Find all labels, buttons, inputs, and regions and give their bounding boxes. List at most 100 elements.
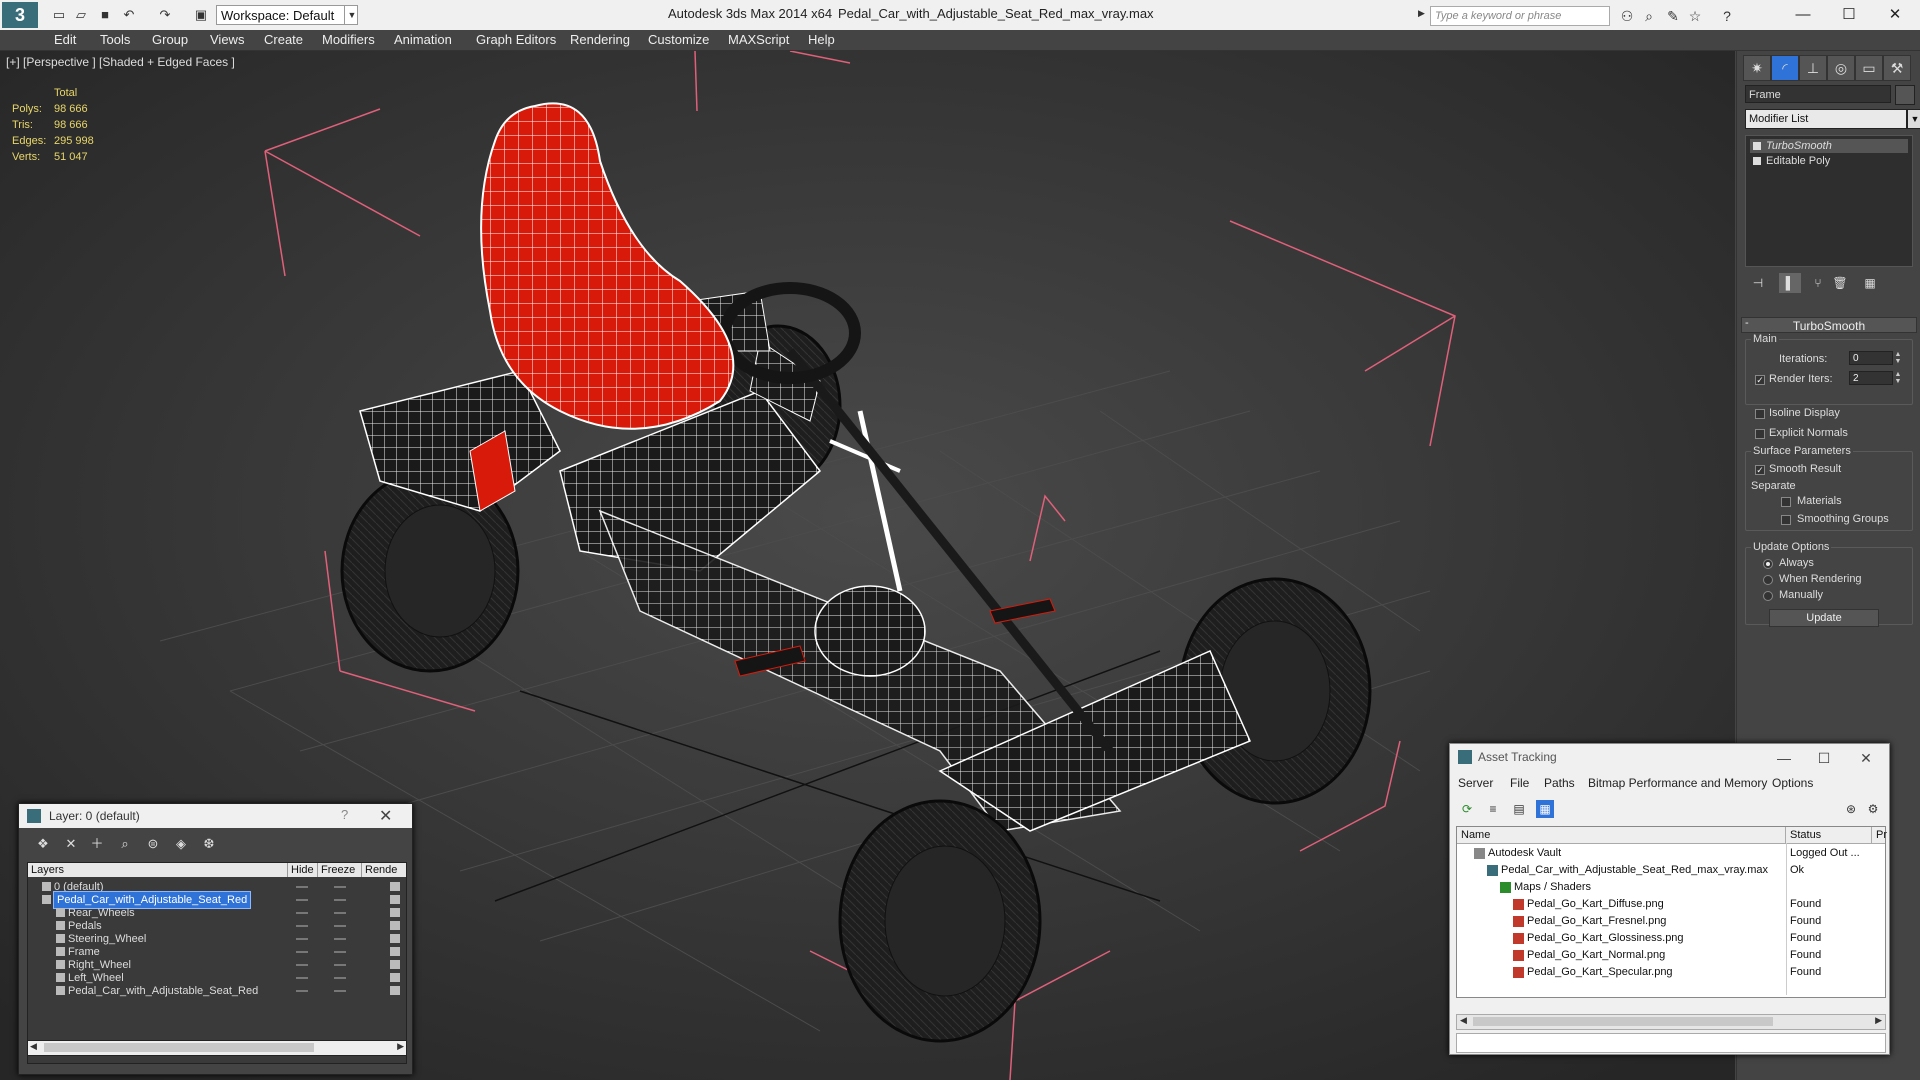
delete-layer-icon[interactable]: ✕	[61, 834, 81, 854]
menu-help[interactable]: Help	[808, 32, 835, 47]
viewport-label[interactable]: [+] [Perspective ] [Shaded + Edged Faces…	[6, 55, 235, 69]
asset-row[interactable]: Pedal_Go_Kart_Glossiness.png Found	[1457, 930, 1885, 947]
select-objects-icon[interactable]: ⌕	[115, 834, 135, 854]
render-iters-checkbox[interactable]: ✓	[1755, 375, 1765, 385]
smoothing-groups-checkbox[interactable]	[1781, 515, 1791, 525]
freeze-all-icon[interactable]: ❆	[199, 834, 219, 854]
column-freeze[interactable]: Freeze	[318, 863, 362, 877]
modifier-list-dropdown[interactable]: Modifier List	[1745, 109, 1907, 129]
close-icon[interactable]: ✕	[379, 806, 392, 826]
asset-window-title[interactable]: Asset Tracking	[1478, 750, 1557, 764]
detail-view-icon[interactable]: ▤	[1510, 800, 1528, 818]
menu-create[interactable]: Create	[264, 32, 303, 47]
open-file-icon[interactable]: ▱	[72, 6, 90, 24]
chevron-down-icon[interactable]: ▼	[1907, 109, 1920, 129]
display-tab-icon[interactable]: ▭	[1855, 55, 1883, 81]
expand-icon[interactable]	[1753, 157, 1761, 165]
object-name-field[interactable]: Frame	[1745, 85, 1891, 103]
minimize-icon[interactable]: —	[1780, 2, 1826, 28]
show-end-result-icon[interactable]: ▌	[1779, 273, 1801, 293]
materials-checkbox[interactable]	[1781, 497, 1791, 507]
freeze-toggle[interactable]	[334, 912, 346, 914]
scroll-right-icon[interactable]: ▶	[1875, 1015, 1882, 1026]
settings-icon[interactable]: ⚙	[1864, 800, 1882, 818]
render-iters-spinner[interactable]: 2	[1849, 371, 1893, 385]
collapse-icon[interactable]: -	[1745, 317, 1755, 329]
workspace-dropdown[interactable]: Workspace: Default	[216, 5, 358, 25]
render-teapot-icon[interactable]	[390, 908, 400, 917]
stack-item-editable-poly[interactable]: Editable Poly	[1750, 154, 1908, 168]
help-icon[interactable]: ?	[1718, 7, 1736, 25]
asset-row[interactable]: Autodesk Vault Logged Out ...	[1457, 845, 1885, 862]
table-view-icon[interactable]: ▦	[1536, 800, 1554, 818]
smooth-result-checkbox[interactable]: ✓	[1755, 465, 1765, 475]
close-icon[interactable]: ✕	[1872, 2, 1918, 28]
menu-bitmap-performance[interactable]: Bitmap Performance and Memory	[1588, 776, 1767, 790]
spinner-arrows-icon[interactable]: ▲ ▼	[1893, 371, 1903, 385]
freeze-toggle[interactable]	[334, 886, 346, 888]
update-button[interactable]: Update	[1769, 609, 1879, 627]
horizontal-scrollbar[interactable]: ◀ ▶	[1456, 1014, 1886, 1030]
hide-toggle[interactable]	[296, 912, 308, 914]
stack-item-turbosmooth[interactable]: TurboSmooth	[1750, 139, 1908, 153]
freeze-toggle[interactable]	[334, 964, 346, 966]
maximize-icon[interactable]: ☐	[1826, 2, 1872, 28]
redo-icon[interactable]: ↷	[156, 6, 174, 24]
asset-row[interactable]: Pedal_Go_Kart_Normal.png Found	[1457, 947, 1885, 964]
search-icon[interactable]: ⌕	[1640, 7, 1658, 25]
render-teapot-icon[interactable]	[390, 986, 400, 995]
column-name[interactable]: Name	[1457, 827, 1786, 843]
add-selection-icon[interactable]: ＋	[87, 834, 107, 854]
spinner-arrows-icon[interactable]: ▲ ▼	[1893, 351, 1903, 365]
asset-row[interactable]: Pedal_Go_Kart_Fresnel.png Found	[1457, 913, 1885, 930]
configure-modifier-sets-icon[interactable]: ▦	[1859, 273, 1881, 293]
list-view-icon[interactable]: ≡	[1484, 800, 1502, 818]
chevron-down-icon[interactable]: ▼	[344, 5, 359, 25]
search-expand-icon[interactable]: ▶	[1418, 8, 1428, 24]
iterations-spinner[interactable]: 0	[1849, 351, 1893, 365]
hide-toggle[interactable]	[296, 938, 308, 940]
save-file-icon[interactable]: ■	[96, 6, 114, 24]
menu-tools[interactable]: Tools	[100, 32, 130, 47]
search-input[interactable]: Type a keyword or phrase	[1430, 6, 1610, 26]
menu-file[interactable]: File	[1510, 776, 1529, 790]
render-teapot-icon[interactable]	[390, 960, 400, 969]
render-teapot-icon[interactable]	[390, 882, 400, 891]
minimize-icon[interactable]: —	[1764, 746, 1804, 770]
communication-icon[interactable]: ✎	[1664, 7, 1682, 25]
hide-toggle[interactable]	[296, 899, 308, 901]
freeze-toggle[interactable]	[334, 990, 346, 992]
hide-toggle[interactable]	[296, 951, 308, 953]
when-rendering-radio[interactable]	[1763, 575, 1773, 585]
hierarchy-tab-icon[interactable]: ⊥	[1799, 55, 1827, 81]
freeze-toggle[interactable]	[334, 899, 346, 901]
asset-row[interactable]: Pedal_Go_Kart_Specular.png Found	[1457, 964, 1885, 981]
project-folder-icon[interactable]: ▣	[192, 6, 210, 24]
remove-modifier-icon[interactable]: 🗑	[1829, 273, 1851, 293]
menu-options[interactable]: Options	[1772, 776, 1813, 790]
horizontal-scrollbar[interactable]: ◀ ▶	[27, 1040, 407, 1056]
scroll-right-icon[interactable]: ▶	[397, 1041, 404, 1052]
asset-row[interactable]: Pedal_Go_Kart_Diffuse.png Found	[1457, 896, 1885, 913]
render-teapot-icon[interactable]	[390, 947, 400, 956]
menu-group[interactable]: Group	[152, 32, 188, 47]
always-radio[interactable]	[1763, 559, 1773, 569]
menu-customize[interactable]: Customize	[648, 32, 709, 47]
asset-row[interactable]: Pedal_Car_with_Adjustable_Seat_Red_max_v…	[1457, 862, 1885, 879]
column-status[interactable]: Status	[1786, 827, 1872, 843]
menu-maxscript[interactable]: MAXScript	[728, 32, 789, 47]
hide-toggle[interactable]	[296, 964, 308, 966]
menu-modifiers[interactable]: Modifiers	[322, 32, 375, 47]
menu-animation[interactable]: Animation	[394, 32, 452, 47]
maximize-icon[interactable]: ☐	[1804, 746, 1844, 770]
utilities-tab-icon[interactable]: ⚒	[1883, 55, 1911, 81]
create-tab-icon[interactable]: ✷	[1743, 55, 1771, 81]
render-teapot-icon[interactable]	[390, 934, 400, 943]
scrollbar-thumb[interactable]	[44, 1043, 314, 1052]
modify-tab-icon[interactable]: ◜	[1771, 55, 1799, 81]
layer-row[interactable]: Pedal_Car_with_Adjustable_Seat_Red	[28, 983, 406, 999]
menu-views[interactable]: Views	[210, 32, 244, 47]
column-render[interactable]: Rende	[362, 863, 406, 877]
layer-window-title[interactable]: Layer: 0 (default)	[19, 804, 412, 828]
new-file-icon[interactable]: ▭	[50, 6, 68, 24]
